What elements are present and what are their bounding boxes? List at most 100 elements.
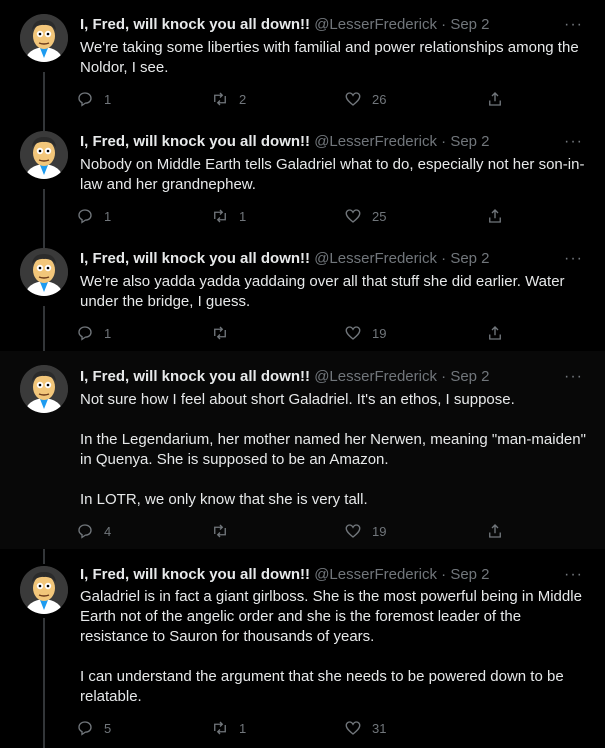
reply-button[interactable]: 1 <box>76 324 111 342</box>
tweet-text: Galadriel is in fact a giant girlboss. S… <box>80 587 587 707</box>
avatar[interactable] <box>20 248 68 296</box>
reply-button[interactable]: 1 <box>76 207 111 225</box>
handle[interactable]: @LesserFrederick <box>314 133 437 150</box>
display-name[interactable]: I, Fred, will knock you all down!! <box>80 250 310 267</box>
like-count: 19 <box>372 523 387 539</box>
like-button[interactable]: 26 <box>344 90 386 108</box>
tweet-header: I, Fred, will knock you all down!! @Less… <box>80 15 555 35</box>
share-icon <box>486 90 504 108</box>
tweet-paragraph: Not sure how I feel about short Galadrie… <box>80 391 515 408</box>
display-name[interactable]: I, Fred, will knock you all down!! <box>80 133 310 150</box>
heart-icon <box>344 522 362 540</box>
tweet[interactable]: I, Fred, will knock you all down!! @Less… <box>0 234 605 351</box>
tweet-text: We're taking some liberties with familia… <box>80 38 587 78</box>
display-name[interactable]: I, Fred, will knock you all down!! <box>80 566 310 583</box>
handle[interactable]: @LesserFrederick <box>314 16 437 33</box>
more-dots-icon[interactable]: ··· <box>564 249 583 269</box>
tweet-date[interactable]: Sep 2 <box>450 368 489 385</box>
reply-icon <box>76 207 94 225</box>
heart-icon <box>344 90 362 108</box>
like-button[interactable]: 19 <box>344 522 386 540</box>
share-button[interactable] <box>486 207 504 225</box>
reply-count: 1 <box>104 325 112 341</box>
reply-button[interactable]: 4 <box>76 522 111 540</box>
tweet-actions: 5 1 31 <box>76 719 516 739</box>
heart-icon <box>344 324 362 342</box>
separator-dot: · <box>441 250 447 267</box>
tweet-actions: 1 19 <box>76 324 516 344</box>
more-dots-icon[interactable]: ··· <box>564 132 583 152</box>
like-button[interactable]: 19 <box>344 324 386 342</box>
retweet-icon <box>211 324 229 342</box>
tweet-text: Not sure how I feel about short Galadrie… <box>80 390 587 510</box>
tweet-paragraph: We're taking some liberties with familia… <box>80 39 579 76</box>
tweet-paragraph: I can understand the argument that she n… <box>80 668 564 705</box>
display-name[interactable]: I, Fred, will knock you all down!! <box>80 16 310 33</box>
tweet-text: Nobody on Middle Earth tells Galadriel w… <box>80 155 587 195</box>
retweet-icon <box>211 90 229 108</box>
retweet-button[interactable] <box>211 324 239 342</box>
tweet-paragraph: In the Legendarium, her mother named her… <box>80 431 586 468</box>
like-button[interactable]: 25 <box>344 207 386 225</box>
tweet-date[interactable]: Sep 2 <box>450 133 489 150</box>
tweet-header: I, Fred, will knock you all down!! @Less… <box>80 132 555 152</box>
tweet[interactable]: I, Fred, will knock you all down!! @Less… <box>0 0 605 117</box>
share-button[interactable] <box>486 522 504 540</box>
reply-icon <box>76 522 94 540</box>
retweet-count: 1 <box>239 208 247 224</box>
reply-count: 5 <box>104 720 112 736</box>
reply-count: 4 <box>104 523 112 539</box>
more-dots-icon[interactable]: ··· <box>564 367 583 387</box>
tweet-date[interactable]: Sep 2 <box>450 566 489 583</box>
reply-button[interactable]: 5 <box>76 719 111 737</box>
tweet-actions: 4 19 <box>76 522 516 542</box>
tweet-date[interactable]: Sep 2 <box>450 250 489 267</box>
like-count: 31 <box>372 720 387 736</box>
avatar[interactable] <box>20 131 68 179</box>
avatar-image <box>20 365 68 413</box>
retweet-icon <box>211 719 229 737</box>
tweet-paragraph: In LOTR, we only know that she is very t… <box>80 491 368 508</box>
share-icon <box>486 207 504 225</box>
retweet-button[interactable]: 2 <box>211 90 246 108</box>
share-button[interactable] <box>486 324 504 342</box>
separator-dot: · <box>441 368 447 385</box>
avatar[interactable] <box>20 566 68 614</box>
avatar[interactable] <box>20 14 68 62</box>
retweet-button[interactable] <box>211 522 239 540</box>
tweet-header: I, Fred, will knock you all down!! @Less… <box>80 249 555 269</box>
tweet-header: I, Fred, will knock you all down!! @Less… <box>80 565 555 585</box>
handle[interactable]: @LesserFrederick <box>314 368 437 385</box>
tweet-text: We're also yadda yadda yaddaing over all… <box>80 272 587 312</box>
display-name[interactable]: I, Fred, will knock you all down!! <box>80 368 310 385</box>
separator-dot: · <box>441 16 447 33</box>
avatar[interactable] <box>20 365 68 413</box>
heart-icon <box>344 719 362 737</box>
heart-icon <box>344 207 362 225</box>
reply-icon <box>76 90 94 108</box>
avatar-image <box>20 566 68 614</box>
retweet-button[interactable]: 1 <box>211 719 246 737</box>
retweet-count: 1 <box>239 720 247 736</box>
avatar-image <box>20 248 68 296</box>
tweet-paragraph: We're also yadda yadda yaddaing over all… <box>80 273 565 310</box>
handle[interactable]: @LesserFrederick <box>314 250 437 267</box>
tweet[interactable]: I, Fred, will knock you all down!! @Less… <box>0 351 605 549</box>
more-dots-icon[interactable]: ··· <box>564 565 583 585</box>
reply-count: 1 <box>104 208 112 224</box>
more-dots-icon[interactable]: ··· <box>564 15 583 35</box>
like-button[interactable]: 31 <box>344 719 386 737</box>
avatar-image <box>20 14 68 62</box>
handle[interactable]: @LesserFrederick <box>314 566 437 583</box>
share-button[interactable] <box>486 90 504 108</box>
reply-button[interactable]: 1 <box>76 90 111 108</box>
share-icon <box>486 324 504 342</box>
tweet[interactable]: I, Fred, will knock you all down!! @Less… <box>0 117 605 234</box>
avatar-image <box>20 131 68 179</box>
reply-icon <box>76 719 94 737</box>
like-count: 26 <box>372 91 387 107</box>
tweet-date[interactable]: Sep 2 <box>450 16 489 33</box>
tweet[interactable]: I, Fred, will knock you all down!! @Less… <box>0 549 605 748</box>
tweet-actions: 1 2 26 <box>76 90 516 110</box>
retweet-button[interactable]: 1 <box>211 207 246 225</box>
